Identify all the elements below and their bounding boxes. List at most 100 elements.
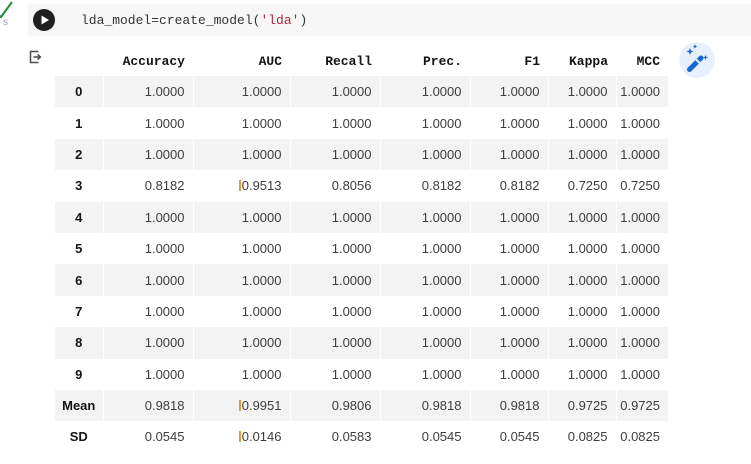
cell-accuracy: 1.0000 <box>102 76 193 108</box>
code-text: lda_model=create_model( <box>81 12 261 28</box>
table-row-0: 0 1.0000 1.0000 1.0000 1.0000 1.0000 1.0000 1.0… <box>55 76 668 108</box>
notebook-code-cell: lda_model=create_model('lda') <box>28 4 751 36</box>
table-row-7: 7 1.0000 1.0000 1.0000 1.0000 1.0000 1.0000 1.0… <box>55 295 668 328</box>
table-row-5: 5 1.0000 1.0000 1.0000 1.0000 1.0000 1.0000 1.0… <box>55 232 668 265</box>
row-label: 1 <box>75 115 83 131</box>
cell-mcc: 1.0000 <box>615 264 668 296</box>
cell-prec: 1.0000 <box>379 327 470 359</box>
index-column-header <box>55 46 103 76</box>
run-cell-button[interactable] <box>33 9 55 31</box>
cell-kappa: 1.0000 <box>547 327 616 359</box>
cell-f1: 1.0000 <box>469 201 548 233</box>
cell-prec: 1.0000 <box>379 76 470 108</box>
cell-accuracy: 1.0000 <box>102 201 193 233</box>
highlight-tick <box>238 180 241 192</box>
row-label: 3 <box>75 178 83 194</box>
table-row-8: 8 1.0000 1.0000 1.0000 1.0000 1.0000 1.0000 1.0… <box>55 327 668 359</box>
cell-auc: 1.0000 <box>192 295 290 328</box>
cell-mcc: 0.0825 <box>615 421 668 453</box>
cell-accuracy: 1.0000 <box>102 358 193 390</box>
row-label: 6 <box>75 272 83 288</box>
row-label: 4 <box>75 209 83 225</box>
cell-prec: 1.0000 <box>379 138 470 171</box>
row-label: SD <box>69 429 88 445</box>
cell-recall: 1.0000 <box>289 264 380 296</box>
cell-accuracy: 1.0000 <box>102 138 193 171</box>
cell-auc: 0.9951 <box>192 389 290 422</box>
cell-mcc: 1.0000 <box>615 201 668 233</box>
cell-recall: 1.0000 <box>289 327 380 359</box>
cell-prec: 1.0000 <box>379 232 470 265</box>
cell-f1: 1.0000 <box>469 358 548 390</box>
cell-mcc: 0.9725 <box>615 389 668 422</box>
cell-kappa: 1.0000 <box>547 264 616 296</box>
table-row-6: 6 1.0000 1.0000 1.0000 1.0000 1.0000 1.0000 1.0… <box>55 264 668 296</box>
cell-accuracy: 1.0000 <box>102 232 193 265</box>
cell-kappa: 0.0825 <box>547 421 616 453</box>
cell-mcc: 1.0000 <box>615 138 668 171</box>
cell-mcc: 1.0000 <box>615 358 668 390</box>
cell-f1: 1.0000 <box>469 138 548 171</box>
metrics-table: Accuracy AUC Recall Prec. F1 Kappa MCC 0 1.0000… <box>55 46 668 453</box>
row-label: Mean <box>62 398 96 414</box>
cell-kappa: 0.7250 <box>547 170 616 202</box>
cell-recall: 1.0000 <box>289 201 380 233</box>
cell-mcc: 1.0000 <box>615 295 668 328</box>
row-label: 7 <box>75 303 83 319</box>
code-editor-line[interactable]: lda_model=create_model('lda') <box>81 13 307 28</box>
column-header-recall: Recall <box>325 53 372 69</box>
column-header-prec: Prec. <box>422 53 462 69</box>
column-header-accuracy: Accuracy <box>122 53 185 69</box>
row-label: 5 <box>75 241 83 257</box>
cell-auc: 1.0000 <box>192 232 290 265</box>
cell-mcc: 1.0000 <box>615 107 668 139</box>
cell-mcc: 0.7250 <box>615 170 668 202</box>
cell-recall: 1.0000 <box>289 138 380 171</box>
cell-mcc: 1.0000 <box>615 76 668 108</box>
cell-auc: 1.0000 <box>192 358 290 390</box>
row-label: 9 <box>75 366 83 382</box>
table-row-4: 4 1.0000 1.0000 1.0000 1.0000 1.0000 1.0000 1.0… <box>55 201 668 233</box>
row-label: 2 <box>75 146 83 162</box>
cell-f1: 0.9818 <box>469 389 548 422</box>
cell-kappa: 1.0000 <box>547 232 616 265</box>
cell-f1: 0.0545 <box>469 421 548 453</box>
cell-kappa: 1.0000 <box>547 138 616 171</box>
cell-prec: 0.0545 <box>379 421 470 453</box>
table-header: Accuracy AUC Recall Prec. F1 Kappa MCC <box>55 46 668 76</box>
cell-accuracy: 1.0000 <box>102 264 193 296</box>
highlight-tick <box>238 431 241 443</box>
cell-prec: 0.8182 <box>379 170 470 202</box>
table-row-9: 9 1.0000 1.0000 1.0000 1.0000 1.0000 1.0000 1.0… <box>55 358 668 390</box>
exec-time-label: s <box>3 17 8 28</box>
table-row-sd: SD 0.0545 0.0146 0.0583 0.0545 0.0545 0.0825 0.… <box>55 421 668 453</box>
cell-f1: 1.0000 <box>469 232 548 265</box>
cell-f1: 1.0000 <box>469 264 548 296</box>
cell-kappa: 0.9725 <box>547 389 616 422</box>
cell-accuracy: 1.0000 <box>102 327 193 359</box>
column-header-f1: F1 <box>524 53 540 69</box>
row-label: 0 <box>75 84 83 100</box>
cell-mcc: 1.0000 <box>615 232 668 265</box>
magic-wand-icon <box>686 44 708 72</box>
cell-f1: 1.0000 <box>469 327 548 359</box>
cell-kappa: 1.0000 <box>547 358 616 390</box>
cell-prec: 1.0000 <box>379 295 470 328</box>
code-string-literal: 'lda' <box>260 12 300 28</box>
cell-prec: 1.0000 <box>379 264 470 296</box>
cell-recall: 1.0000 <box>289 107 380 139</box>
table-body: 0 1.0000 1.0000 1.0000 1.0000 1.0000 1.0000 1.0… <box>55 76 668 453</box>
cell-auc: 1.0000 <box>192 201 290 233</box>
play-icon <box>41 15 49 25</box>
table-header-row: Accuracy AUC Recall Prec. F1 Kappa MCC <box>55 46 668 76</box>
cell-output-icon <box>29 50 42 64</box>
cell-accuracy: 1.0000 <box>102 295 193 328</box>
cell-auc: 1.0000 <box>192 138 290 171</box>
suggest-charts-button[interactable] <box>679 42 715 78</box>
cell-auc: 0.9513 <box>192 170 290 202</box>
cell-kappa: 1.0000 <box>547 107 616 139</box>
table-row-3: 3 0.8182 0.9513 0.8056 0.8182 0.8182 0.7250 0.7… <box>55 170 668 202</box>
cell-prec: 1.0000 <box>379 201 470 233</box>
cell-prec: 1.0000 <box>379 107 470 139</box>
table-row-mean: Mean 0.9818 0.9951 0.9806 0.9818 0.9818 0.9725… <box>55 389 668 422</box>
